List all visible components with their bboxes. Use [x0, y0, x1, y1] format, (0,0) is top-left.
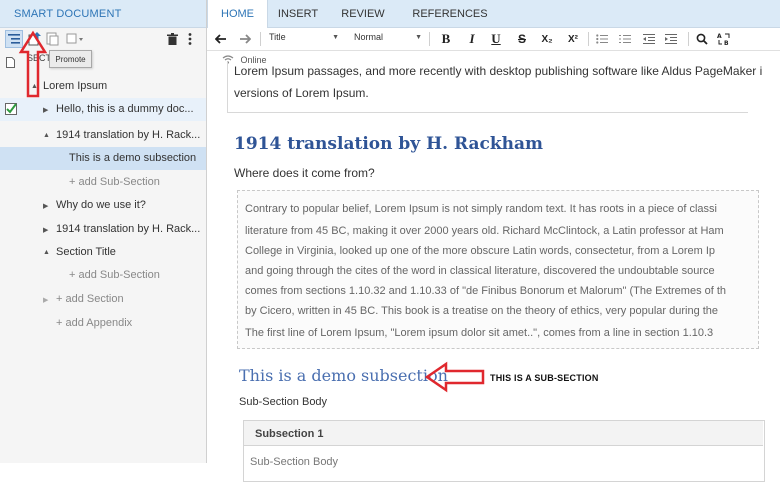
tree-item-section-title[interactable]: ▲ Section Title [0, 241, 206, 264]
toolbar-separator [688, 32, 689, 46]
approved-check-icon [5, 103, 17, 118]
tree-item-label: 1914 translation by H. Rack... [56, 223, 201, 235]
subsection-card-title: Subsection 1 [255, 428, 324, 440]
expand-icon[interactable]: ▲ [43, 249, 50, 256]
move-dropdown-icon[interactable] [66, 31, 86, 47]
bold-button[interactable]: B [438, 31, 454, 47]
add-subsection-link[interactable]: + add Sub-Section [0, 171, 206, 194]
quote-line: by Cicero, written in 45 BC. This book i… [245, 305, 719, 317]
subsection-body[interactable]: Sub-Section Body [239, 396, 327, 408]
toolbar-separator [429, 32, 430, 46]
promote-tooltip: Promote [49, 50, 92, 68]
svg-text:B: B [724, 40, 729, 46]
annotation-label: THIS IS A SUB-SECTION [490, 373, 599, 383]
strikethrough-button[interactable]: S [514, 31, 530, 47]
toolbar-separator [260, 32, 261, 46]
expand-icon[interactable]: ▲ [43, 132, 50, 139]
expand-icon[interactable]: ▶ [43, 202, 48, 210]
undo-icon[interactable] [213, 31, 229, 47]
section-heading[interactable]: 1914 translation by H. Rackham [234, 134, 543, 154]
tree-item-rackham[interactable]: ▲ 1914 translation by H. Rack... [0, 124, 206, 147]
paragraph-select-value: Normal [354, 32, 384, 42]
tree-item-label: + add Section [56, 293, 124, 305]
tree-item-label: + add Appendix [56, 317, 133, 329]
underline-button[interactable]: U [488, 31, 504, 47]
style-select[interactable]: Title ▼ [269, 32, 339, 46]
tab-references[interactable]: REFERENCES [401, 0, 499, 27]
quote-line: literature from 45 BC, making it over 20… [245, 225, 724, 237]
add-appendix-link[interactable]: + add Appendix [0, 312, 206, 335]
subsection-card-body: Sub-Section Body [250, 456, 339, 468]
superscript-button[interactable]: X² [563, 31, 583, 47]
replace-icon[interactable]: AB [716, 31, 732, 47]
add-subsection-link[interactable]: + add Sub-Section [0, 264, 206, 287]
tree-item-label: Section Title [56, 246, 116, 258]
tab-review[interactable]: REVIEW [331, 0, 395, 27]
style-select-value: Title [269, 32, 286, 42]
tab-home[interactable]: HOME [207, 0, 268, 28]
intro-line-2: versions of Lorem Ipsum. [234, 86, 369, 100]
panel-title: SMART DOCUMENT [14, 8, 122, 20]
tree-item-label: This is a demo subsection [69, 152, 197, 164]
ribbon-tab-bar: HOME INSERT REVIEW REFERENCES [207, 0, 780, 28]
more-options-icon[interactable] [182, 31, 198, 47]
paragraph-select[interactable]: Normal ▼ [354, 32, 422, 46]
subscript-button[interactable]: X₂ [537, 31, 557, 47]
chevron-down-icon: ▼ [415, 34, 422, 41]
indent-increase-icon[interactable] [663, 31, 679, 47]
bullet-list-icon[interactable] [594, 31, 610, 47]
subsection-heading[interactable]: This is a demo subsection [239, 366, 448, 385]
quote-line: The first line of Lorem Ipsum, "Lorem ip… [245, 327, 714, 339]
tree-item-rackham-2[interactable]: ▶ 1914 translation by H. Rack... [0, 218, 206, 241]
italic-button[interactable]: I [464, 31, 480, 47]
quote-line: Contrary to popular belief, Lorem Ipsum … [245, 203, 717, 215]
search-icon[interactable] [694, 31, 710, 47]
toolbar-separator [588, 32, 589, 46]
quote-line: and going through the cites of the word … [245, 265, 715, 277]
tree-item-label: Hello, this is a dummy doc... [56, 103, 194, 115]
delete-icon[interactable] [164, 31, 180, 47]
redo-icon[interactable] [237, 31, 253, 47]
intro-line-1: Lorem Ipsum passages, and more recently … [234, 64, 763, 78]
numbered-list-icon[interactable] [617, 31, 633, 47]
expand-icon[interactable]: ▶ [43, 296, 48, 304]
document-icon [6, 55, 15, 73]
svg-text:A: A [717, 33, 722, 40]
add-section-link[interactable]: ▶ + add Section [0, 288, 206, 311]
tree-item-hello[interactable]: ▶ Hello, this is a dummy doc... [0, 98, 206, 121]
formatting-toolbar: Title ▼ Normal ▼ B I U S X₂ X² AB [207, 28, 780, 51]
tree-item-demo-subsection[interactable]: This is a demo subsection [0, 147, 206, 170]
tree-item-why[interactable]: ▶ Why do we use it? [0, 194, 206, 217]
tree-item-label: Why do we use it? [56, 199, 146, 211]
promote-annotation-arrow-icon [18, 30, 48, 98]
tree-item-label: + add Sub-Section [69, 176, 160, 188]
section-question[interactable]: Where does it come from? [234, 166, 375, 180]
chevron-down-icon: ▼ [332, 34, 339, 41]
tab-insert[interactable]: INSERT [269, 0, 327, 27]
tree-item-label: + add Sub-Section [69, 269, 160, 281]
tree-item-label: 1914 translation by H. Rack... [56, 129, 201, 141]
expand-icon[interactable]: ▶ [43, 106, 48, 114]
quote-line: comes from sections 1.10.32 and 1.10.33 … [245, 285, 727, 297]
quote-line: College in Virginia, looked up one of th… [245, 245, 716, 257]
subsection-annotation-arrow-icon [424, 361, 485, 393]
expand-icon[interactable]: ▶ [43, 226, 48, 234]
indent-decrease-icon[interactable] [641, 31, 657, 47]
tree-item-label: Lorem Ipsum [43, 80, 108, 92]
